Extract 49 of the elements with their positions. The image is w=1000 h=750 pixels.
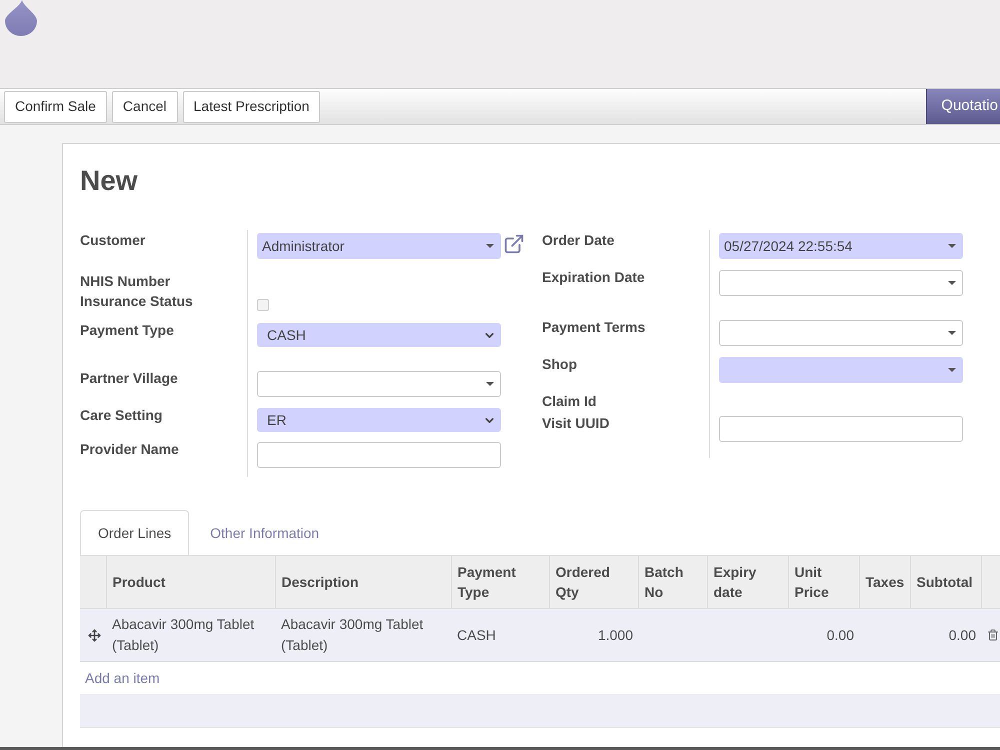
caret-icon	[486, 382, 494, 386]
status-stage[interactable]: Quotatio	[926, 89, 1000, 124]
field-label: Visit UUID	[542, 414, 610, 433]
drop-logo-icon[interactable]	[5, 0, 37, 36]
caret-icon	[948, 368, 956, 372]
field-label: Shop	[542, 355, 578, 374]
dropdown-field[interactable]: Administrator	[257, 233, 501, 259]
field-label: Customer	[80, 231, 146, 250]
text-input[interactable]	[719, 416, 963, 442]
table-cell: 0.00	[826, 626, 854, 642]
select-field[interactable]: ER	[257, 408, 501, 432]
dropdown-field[interactable]	[719, 357, 963, 383]
toolbar-button[interactable]: Cancel	[112, 90, 178, 122]
field-label: Payment Type	[80, 321, 175, 340]
dropdown-field[interactable]	[719, 270, 963, 296]
toolbar-button[interactable]: Latest Prescription	[182, 90, 320, 122]
field-label: Claim Id	[542, 392, 598, 411]
toolbar-button[interactable]: Confirm Sale	[4, 90, 107, 122]
table-cell: CASH	[457, 626, 496, 642]
caret-icon	[948, 244, 956, 248]
field-label: Order Date	[542, 231, 616, 250]
record-title: New	[80, 165, 139, 197]
external-link-icon[interactable]	[503, 233, 525, 255]
table-cell: 1.000	[598, 626, 633, 642]
add-item-link[interactable]: Add an item	[85, 670, 160, 686]
table-row[interactable]: Abacavir 300mg Tablet (Tablet) Abacavir 300mg Tablet (Tablet) CASH 1.000 0.00 0.00	[80, 608, 1000, 662]
text-input[interactable]	[257, 442, 501, 468]
caret-icon	[948, 331, 956, 335]
table-cell: Abacavir 300mg Tablet (Tablet)	[112, 616, 254, 653]
trash-icon[interactable]	[987, 629, 999, 641]
dropdown-field[interactable]: 05/27/2024 22:55:54	[719, 233, 963, 259]
select-field[interactable]: CASH	[257, 323, 501, 347]
table-cell: 0.00	[948, 626, 976, 642]
dropdown-field[interactable]	[719, 320, 963, 346]
tab[interactable]: Order Lines	[80, 510, 190, 555]
checkbox[interactable]	[257, 299, 269, 311]
dropdown-field[interactable]	[257, 371, 501, 397]
drag-handle-icon[interactable]	[88, 628, 101, 642]
caret-icon	[948, 281, 956, 285]
field-label: Partner Village	[80, 369, 179, 388]
tab[interactable]: Other Information	[192, 510, 338, 555]
field-label: Insurance Status	[80, 292, 194, 311]
field-label: Expiration Date	[542, 268, 646, 287]
field-label: Payment Terms	[542, 318, 646, 337]
field-label: NHIS Number	[80, 272, 172, 291]
table-cell: Abacavir 300mg Tablet (Tablet)	[281, 616, 424, 653]
field-label: Provider Name	[80, 440, 180, 459]
caret-icon	[486, 244, 494, 248]
field-label: Care Setting	[80, 406, 164, 425]
